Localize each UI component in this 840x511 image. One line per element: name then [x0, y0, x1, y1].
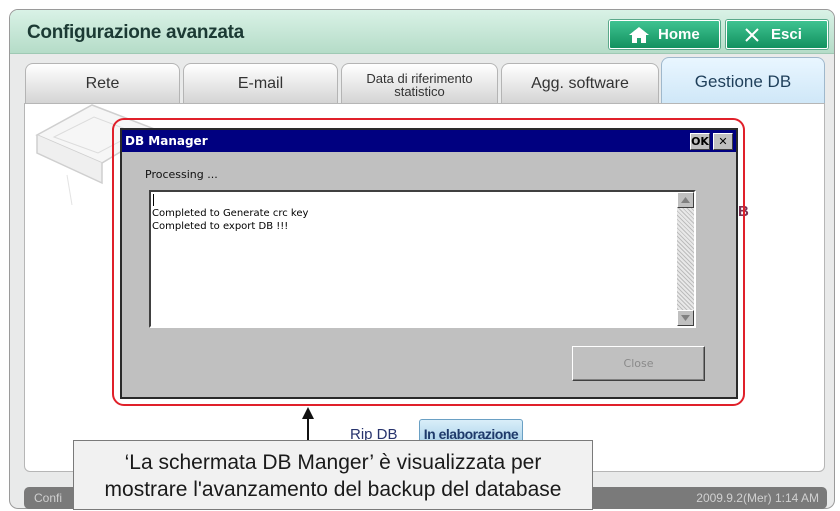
status-datetime: 2009.9.2(Mer) 1:14 AM — [696, 491, 819, 505]
tab-label: E-mail — [237, 75, 284, 92]
exit-button[interactable]: Esci — [726, 20, 828, 49]
annotation-callout: ‘La schermata DB Manger’ è visualizzata … — [73, 440, 593, 510]
tab-label: Gestione DB — [694, 71, 792, 91]
home-button[interactable]: Home — [609, 20, 720, 49]
tab-email[interactable]: E-mail — [183, 63, 338, 103]
home-button-label: Home — [658, 26, 700, 43]
tab-label: Rete — [85, 75, 120, 92]
exit-button-label: Esci — [771, 26, 802, 43]
highlight-ring — [112, 118, 745, 406]
status-bar-left-text: Confi — [34, 491, 63, 505]
home-icon — [629, 26, 649, 43]
tab-agg-software[interactable]: Agg. software — [501, 63, 659, 103]
page-title: Configurazione avanzata — [27, 22, 244, 43]
arrow-up-icon — [302, 407, 314, 445]
annotation-line-1: ‘La schermata DB Manger’ è visualizzata … — [124, 451, 542, 474]
tab-data-riferimento[interactable]: Data di riferimento statistico — [341, 63, 498, 103]
tab-label-line2: statistico — [394, 83, 445, 99]
annotation-line-2: mostrare l'avanzamento del backup del da… — [104, 478, 562, 501]
header-bar: Configurazione avanzata Home Esci — [10, 10, 834, 54]
tab-label-line1: Data di riferimento — [366, 70, 473, 86]
tab-gestione-db[interactable]: Gestione DB — [661, 57, 825, 104]
close-icon — [745, 27, 759, 42]
tab-label: Agg. software — [531, 75, 629, 92]
